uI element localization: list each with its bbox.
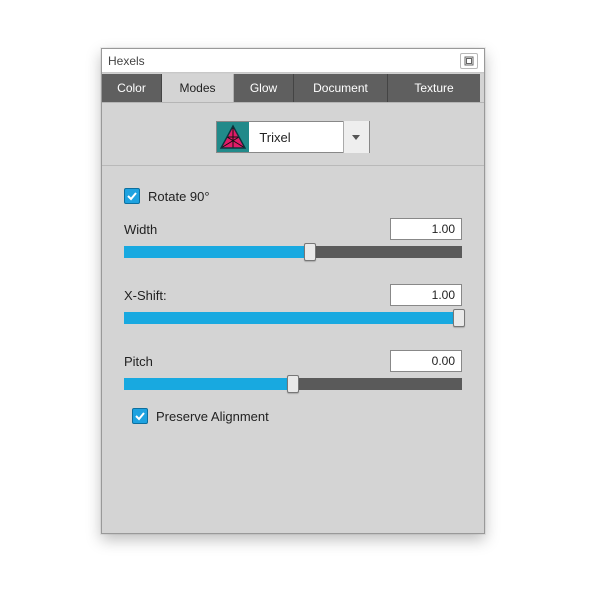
xshift-thumb[interactable] — [453, 309, 465, 327]
xshift-value-input[interactable] — [390, 284, 462, 306]
xshift-label: X-Shift: — [124, 288, 167, 303]
collapse-button[interactable] — [460, 53, 478, 69]
xshift-track[interactable] — [124, 312, 462, 324]
window-title: Hexels — [108, 54, 145, 68]
rotate-90-checkbox[interactable]: Rotate 90° — [124, 188, 470, 204]
tab-texture[interactable]: Texture — [388, 74, 480, 102]
pitch-label: Pitch — [124, 354, 153, 369]
width-thumb[interactable] — [304, 243, 316, 261]
preserve-alignment-checkbox[interactable]: Preserve Alignment — [132, 408, 470, 424]
pitch-value-input[interactable] — [390, 350, 462, 372]
hexels-panel: Hexels Color Modes Glow Document Texture — [101, 48, 485, 534]
tabs: Color Modes Glow Document Texture — [102, 73, 484, 103]
checkbox-on-icon — [124, 188, 140, 204]
width-track[interactable] — [124, 246, 462, 258]
pitch-fill — [124, 378, 293, 390]
preserve-alignment-label: Preserve Alignment — [156, 409, 269, 424]
width-fill — [124, 246, 310, 258]
mode-label: Trixel — [249, 130, 342, 145]
pitch-thumb[interactable] — [287, 375, 299, 393]
width-value-input[interactable] — [390, 218, 462, 240]
mode-select[interactable]: Trixel — [216, 121, 369, 153]
separator — [102, 165, 484, 166]
tab-color[interactable]: Color — [102, 74, 162, 102]
panel-body: Trixel Rotate 90° Width — [102, 103, 484, 444]
pitch-slider: Pitch — [124, 350, 462, 390]
xshift-fill — [124, 312, 459, 324]
pitch-track[interactable] — [124, 378, 462, 390]
width-label: Width — [124, 222, 157, 237]
mode-dropdown-button[interactable] — [343, 121, 369, 153]
tab-document[interactable]: Document — [294, 74, 388, 102]
rotate-90-label: Rotate 90° — [148, 189, 210, 204]
xshift-slider: X-Shift: — [124, 284, 462, 324]
chevron-down-icon — [351, 132, 361, 142]
tab-modes[interactable]: Modes — [162, 74, 234, 102]
tab-glow[interactable]: Glow — [234, 74, 294, 102]
checkbox-on-icon — [132, 408, 148, 424]
trixel-icon — [217, 122, 249, 152]
width-slider: Width — [124, 218, 462, 258]
collapse-icon — [464, 56, 474, 66]
titlebar: Hexels — [102, 49, 484, 73]
